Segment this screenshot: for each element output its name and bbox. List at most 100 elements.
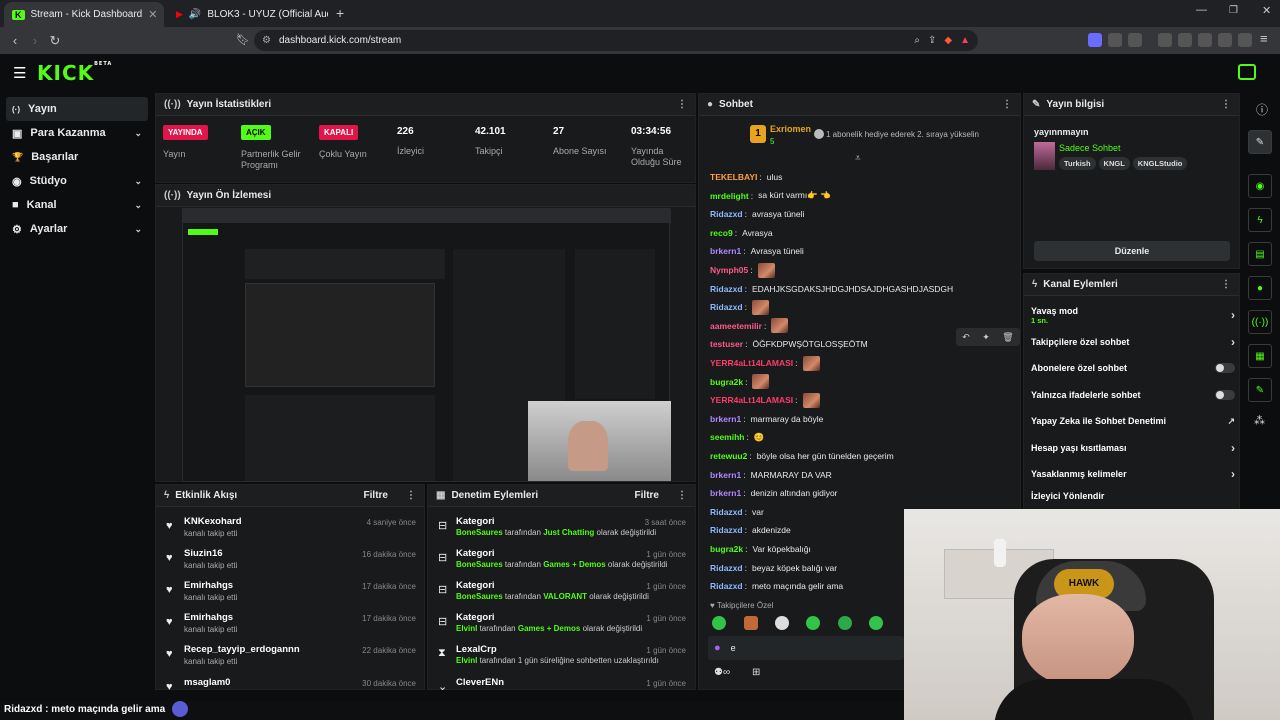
maximize-icon[interactable]: ❐ [1229,5,1238,16]
sidebar-item-yayin[interactable]: (·) Yayın [6,97,148,121]
emote-icon[interactable] [744,616,758,630]
lightning-icon[interactable]: ϟ [1248,208,1272,232]
chat-username[interactable]: reco9 [710,228,733,238]
back-icon[interactable]: ‹ [5,33,25,48]
chat-username[interactable]: TEKELBAYI [710,172,757,182]
chat-message[interactable]: TEKELBAYI: ulus [710,170,782,184]
chat-username[interactable]: seemihh [710,432,745,442]
chat-message[interactable]: bugra2k: Var köpekbalığı [710,542,811,556]
pin-drawer-icon[interactable]: ⩡ [855,153,861,164]
chat-message[interactable]: Ridazxd: EDAHJKSGDAKSJHDGJHDSAJDHGASHDJAS… [710,282,953,296]
user-name[interactable]: Siuzin16 [184,548,223,559]
reply-icon[interactable]: ↶ [962,332,970,343]
chat-input[interactable]: ● e [708,636,904,660]
chat-message[interactable]: Ridazxd: var [710,505,764,519]
chat-message[interactable]: Ridazxd: [710,299,769,315]
chat-username[interactable]: Nymph05 [710,265,748,275]
mic-icon[interactable]: ● [714,642,721,654]
chat-username[interactable]: Ridazxd [710,525,743,535]
account-age-row[interactable]: Hesap yaşı kısıtlaması › [1031,436,1235,460]
more-options-icon[interactable]: ⋮ [677,490,687,501]
user-name[interactable]: KNKexohard [184,516,242,527]
stream-preview-video[interactable] [182,208,671,482]
chat-message[interactable]: Nymph05: [710,262,775,278]
filter-button[interactable]: Filtre [635,490,659,501]
slow-mode-row[interactable]: Yavaş mod 1 sn. › [1031,303,1235,327]
media-icon[interactable] [1158,33,1172,47]
user-name[interactable]: Emirhahgs [184,580,233,591]
tag[interactable]: Turkish [1059,157,1096,170]
chat-message[interactable]: YERR4aLt14LAMASI: [710,355,820,371]
more-options-icon[interactable]: ⋮ [1002,99,1012,110]
camera-icon[interactable]: ◉ [1248,174,1272,198]
chat-username[interactable]: brkern1 [710,414,741,424]
user-name[interactable]: Recep_tayyip_erdogannn [184,644,300,655]
chat-username[interactable]: brkern1 [710,246,741,256]
hamburger-menu-icon[interactable]: ☰ [13,64,26,82]
sidebar-item-ayarlar[interactable]: ⚙ Ayarlar ⌄ [6,217,148,241]
chat-message[interactable]: aameetemilir: [710,318,789,334]
chat-username[interactable]: Ridazxd [710,284,743,294]
chat-message[interactable]: Ridazxd: akdenizde [710,523,791,537]
more-options-icon[interactable]: ⋮ [406,490,416,501]
chat-message[interactable]: retewuu2: böyle olsa her gün tünelden geç… [710,449,894,463]
extension-icon[interactable] [1128,33,1142,47]
tag[interactable]: KNGLStudio [1132,157,1188,170]
menu-icon[interactable]: ≡ [1260,31,1268,46]
ai-moderation-row[interactable]: Yapay Zeka ile Sohbet Denetimi ↗ [1031,409,1235,433]
close-tab-icon[interactable]: ✕ [148,8,157,21]
vpn-icon[interactable] [1218,33,1232,47]
pin-icon[interactable]: ✦ [982,332,990,343]
more-options-icon[interactable]: ⋮ [1221,99,1231,110]
wrench-icon[interactable]: ✎ [1248,378,1272,402]
chat-message[interactable]: seemihh: 😊 [710,430,764,444]
chat-username[interactable]: Ridazxd [710,581,743,591]
top-gifter-name[interactable]: Exriomen [770,124,811,134]
user-name[interactable]: msaglam0 [184,677,230,688]
chat-settings-icon[interactable]: ⚉∞ [714,667,730,678]
app-icon[interactable] [172,701,188,717]
edit-icon[interactable]: ✎ [1248,130,1272,154]
chat-message[interactable]: brkern1: denizin altından gidiyor [710,486,838,500]
followers-only-row[interactable]: Takipçilere özel sohbet › [1031,330,1235,354]
brave-shield-icon[interactable]: ◆ [944,35,952,46]
chat-username[interactable]: Ridazxd [710,209,743,219]
chat-message[interactable]: bugra2k: [710,374,770,390]
sidebar-item-para-kazanma[interactable]: ▣ Para Kazanma ⌄ [6,121,148,145]
site-info-icon[interactable]: ⚙ [262,35,271,46]
chat-message[interactable]: YERR4aLt14LAMASI: [710,392,820,408]
user-name[interactable]: Emirhahgs [184,612,233,623]
new-tab-icon[interactable]: + [336,5,344,21]
brave-rewards-icon[interactable]: ▲ [960,35,970,46]
more-options-icon[interactable]: ⋮ [1221,279,1231,290]
chat-username[interactable]: bugra2k [710,377,743,387]
broadcast-icon[interactable]: ((·)) [1248,310,1272,334]
chat-message[interactable]: Ridazxd: avrasya tüneli [710,207,804,221]
sidebar-toggle-icon[interactable] [1178,33,1192,47]
sidebar-item-kanal[interactable]: ■ Kanal ⌄ [6,193,148,217]
tag[interactable]: KNGL [1098,157,1130,170]
chat-message[interactable]: mrdelight: sa kürt varmı👉 👈 [710,189,831,203]
extension-icon[interactable] [1108,33,1122,47]
shield-icon[interactable] [1238,33,1252,47]
browser-tab-youtube[interactable]: ▶ 🔊 BLOK3 - UYUZ (Official Audio) - Y ✕ [168,2,328,27]
reload-icon[interactable]: ↻ [45,33,65,49]
chat-username[interactable]: aameetemilir [710,321,762,331]
chat-username[interactable]: testuser [710,339,743,349]
chat-message[interactable]: Ridazxd: beyaz köpek balığı var [710,561,837,575]
banned-words-row[interactable]: Yasaklanmış kelimeler › [1031,462,1235,486]
sidebar-item-basarilar[interactable]: 🏆 Başarılar [6,145,148,169]
kick-logo[interactable]: KICKBETA [37,61,112,85]
chat-message[interactable]: brkern1: Avrasya tüneli [710,244,804,258]
document-icon[interactable]: ▤ [1248,242,1272,266]
chat-message[interactable]: brkern1: marmaray da böyle [710,412,823,426]
filter-button[interactable]: Filtre [364,490,388,501]
zoom-icon[interactable]: ⌕ [914,35,920,46]
browser-tab-kick[interactable]: K Stream - Kick Dashboard ✕ [4,2,164,27]
forward-icon[interactable]: › [25,33,45,48]
minimize-icon[interactable]: — [1196,4,1207,16]
sidebar-item-studyo[interactable]: ◉ Stüdyo ⌄ [6,169,148,193]
store-icon[interactable]: ⊞ [752,667,760,678]
chat-message[interactable]: Ridazxd: meto maçında gelir ama [710,579,843,593]
edit-button[interactable]: Düzenle [1034,241,1230,261]
